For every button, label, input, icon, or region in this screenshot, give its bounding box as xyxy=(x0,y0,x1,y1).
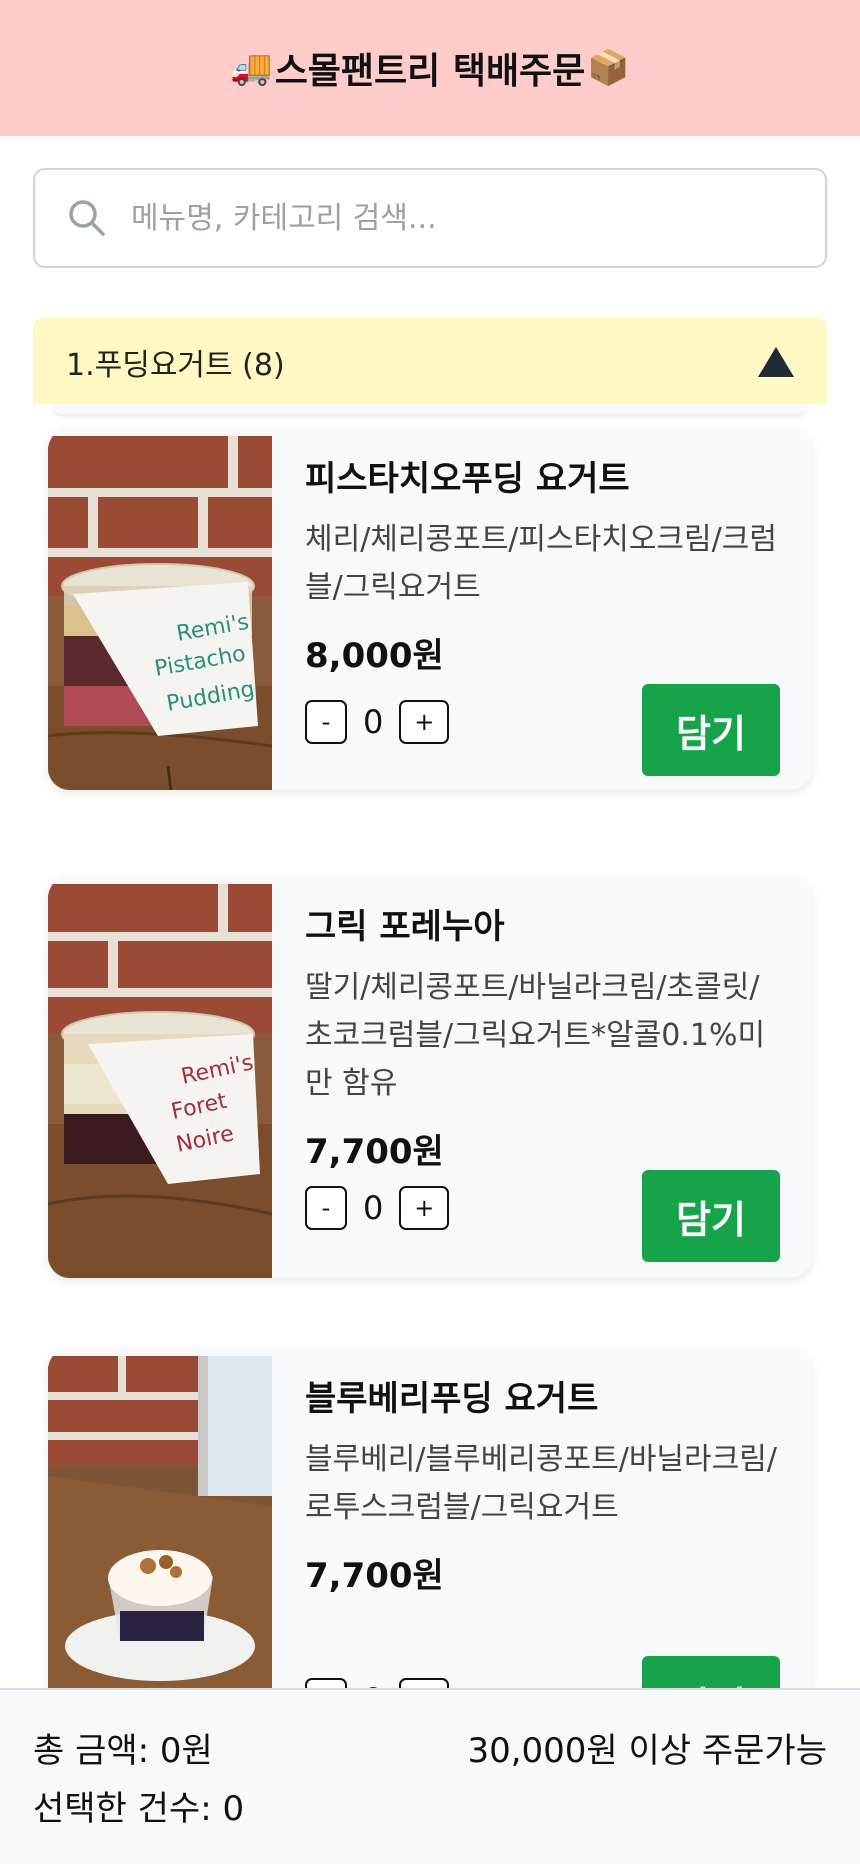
previous-card-edge xyxy=(53,404,807,414)
increase-button[interactable]: + xyxy=(399,1186,450,1230)
product-price: 7,700원 xyxy=(305,1556,444,1596)
search-container xyxy=(0,136,860,268)
category-title: 1.푸딩요거트 (8) xyxy=(66,348,285,383)
product-list[interactable]: Remi's Pistacho Pudding 피스타치오푸딩 요거트 체리/체… xyxy=(33,404,827,1688)
decrease-button[interactable]: - xyxy=(305,700,347,744)
quantity-stepper: - 0 + xyxy=(305,1186,450,1230)
product-name: 피스타치오푸딩 요거트 xyxy=(305,459,630,499)
app-header: 🚚 스몰팬트리 택배주문 📦 xyxy=(0,0,860,136)
add-to-cart-button[interactable]: 담기 xyxy=(642,1656,780,1688)
product-description: 블루베리/블루베리콩포트/바닐라크림/로투스크럼블/그릭요거트 xyxy=(305,1442,777,1525)
quantity-stepper: - 0 + xyxy=(305,1678,450,1688)
search-input[interactable] xyxy=(131,200,781,236)
add-to-cart-button[interactable]: 담기 xyxy=(642,684,780,776)
product-card: 블루베리푸딩 요거트 블루베리/블루베리콩포트/바닐라크림/로투스크럼블/그릭요… xyxy=(48,1348,812,1688)
product-price: 8,000원 xyxy=(305,636,444,676)
footer-row-top: 총 금액: 0원 30,000원 이상 주문가능 xyxy=(33,1722,827,1780)
category-header[interactable]: 1.푸딩요거트 (8) xyxy=(33,318,827,406)
decrease-button[interactable]: - xyxy=(305,1678,347,1688)
selected-count: 선택한 건수: 0 xyxy=(33,1789,245,1829)
footer-row-bottom: 선택한 건수: 0 xyxy=(33,1780,827,1838)
product-description: 딸기/체리콩포트/바닐라크림/초콜릿/초코크럼블/그릭요거트*알콜0.1%미만 … xyxy=(305,970,766,1101)
truck-icon: 🚚 xyxy=(230,48,273,88)
product-description: 체리/체리콩포트/피스타치오크림/크럼블/그릭요거트 xyxy=(305,522,777,605)
page-title: 🚚 스몰팬트리 택배주문 📦 xyxy=(230,42,629,94)
product-info: 블루베리푸딩 요거트 블루베리/블루베리콩포트/바닐라크림/로투스크럼블/그릭요… xyxy=(305,1372,782,1597)
product-card: Remi's Pistacho Pudding 피스타치오푸딩 요거트 체리/체… xyxy=(48,428,812,790)
collapse-triangle-icon[interactable] xyxy=(758,347,794,377)
quantity-value: 0 xyxy=(363,1681,383,1688)
order-summary-footer: 총 금액: 0원 30,000원 이상 주문가능 선택한 건수: 0 xyxy=(0,1688,860,1864)
minimum-order-notice: 30,000원 이상 주문가능 xyxy=(467,1731,827,1771)
product-name: 그릭 포레누아 xyxy=(305,907,505,947)
increase-button[interactable]: + xyxy=(399,700,450,744)
quantity-value: 0 xyxy=(363,1189,384,1227)
add-to-cart-button[interactable]: 담기 xyxy=(642,1170,780,1262)
total-amount: 총 금액: 0원 xyxy=(33,1731,213,1771)
product-image xyxy=(48,1356,272,1688)
package-icon: 📦 xyxy=(587,48,630,88)
product-name: 블루베리푸딩 요거트 xyxy=(305,1379,599,1419)
quantity-value: 0 xyxy=(363,703,384,741)
product-image: Remi's Pistacho Pudding xyxy=(48,436,272,790)
search-icon xyxy=(69,200,105,236)
product-info: 피스타치오푸딩 요거트 체리/체리콩포트/피스타치오크림/크럼블/그릭요거트 8… xyxy=(305,452,782,677)
decrease-button[interactable]: - xyxy=(305,1186,347,1230)
page-title-text: 스몰팬트리 택배주문 xyxy=(274,51,586,92)
search-box[interactable] xyxy=(33,168,827,268)
product-image: Remi's Foret Noire xyxy=(48,884,272,1278)
increase-button[interactable]: + xyxy=(399,1678,450,1688)
product-card: Remi's Foret Noire 그릭 포레누아 딸기/체리콩포트/바닐라크… xyxy=(48,876,812,1278)
quantity-stepper: - 0 + xyxy=(305,700,450,744)
product-info: 그릭 포레누아 딸기/체리콩포트/바닐라크림/초콜릿/초코크럼블/그릭요거트*알… xyxy=(305,900,782,1173)
product-price: 7,700원 xyxy=(305,1132,444,1172)
